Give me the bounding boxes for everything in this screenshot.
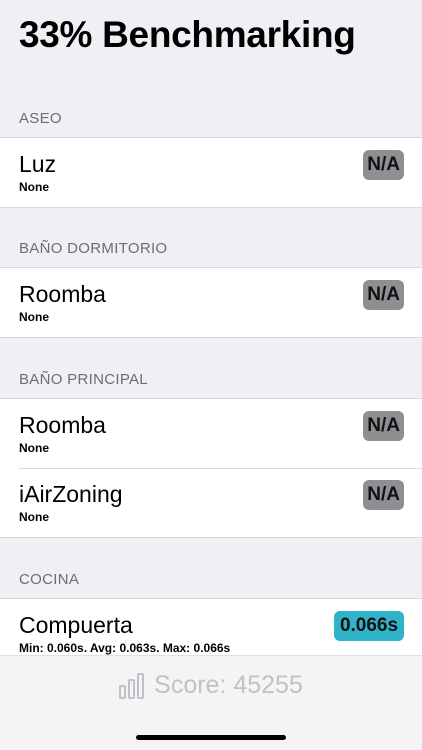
section-header-bano-dormitorio: BAÑO DORMITORIO bbox=[19, 240, 168, 257]
section-header-aseo: ASEO bbox=[19, 110, 62, 127]
device-result: None bbox=[19, 510, 49, 524]
status-badge: N/A bbox=[363, 150, 404, 180]
time-badge: 0.066s bbox=[334, 611, 404, 641]
bar-chart-icon bbox=[119, 672, 146, 699]
score-display: Score: 45255 bbox=[0, 671, 422, 700]
home-indicator[interactable] bbox=[136, 735, 286, 740]
list-item[interactable]: iAirZoning None N/A bbox=[0, 468, 422, 537]
device-name: iAirZoning bbox=[19, 481, 123, 507]
score-text: Score: 45255 bbox=[154, 671, 303, 699]
section-group-aseo: Luz None N/A bbox=[0, 137, 422, 208]
list-item[interactable]: Luz None N/A bbox=[0, 138, 422, 207]
section-group-bano-dormitorio: Roomba None N/A bbox=[0, 267, 422, 338]
device-result: None bbox=[19, 180, 49, 194]
status-badge: N/A bbox=[363, 280, 404, 310]
section-group-bano-principal: Roomba None N/A iAirZoning None N/A bbox=[0, 398, 422, 538]
list-item[interactable]: Roomba None N/A bbox=[0, 268, 422, 337]
device-result: None bbox=[19, 310, 49, 324]
device-name: Compuerta bbox=[19, 612, 133, 638]
device-name: Roomba bbox=[19, 281, 106, 307]
device-name: Luz bbox=[19, 151, 57, 177]
section-header-cocina: COCINA bbox=[19, 571, 80, 588]
device-result: None bbox=[19, 441, 49, 455]
device-name: Roomba bbox=[19, 412, 106, 438]
status-badge: N/A bbox=[363, 480, 404, 510]
device-result: Min: 0.060s. Avg: 0.063s. Max: 0.066s bbox=[19, 641, 231, 655]
score-footer: Score: 45255 bbox=[0, 655, 422, 750]
page-title: 33% Benchmarking bbox=[19, 14, 356, 55]
status-badge: N/A bbox=[363, 411, 404, 441]
list-item[interactable]: Roomba None N/A bbox=[0, 399, 422, 468]
section-header-bano-principal: BAÑO PRINCIPAL bbox=[19, 371, 148, 388]
